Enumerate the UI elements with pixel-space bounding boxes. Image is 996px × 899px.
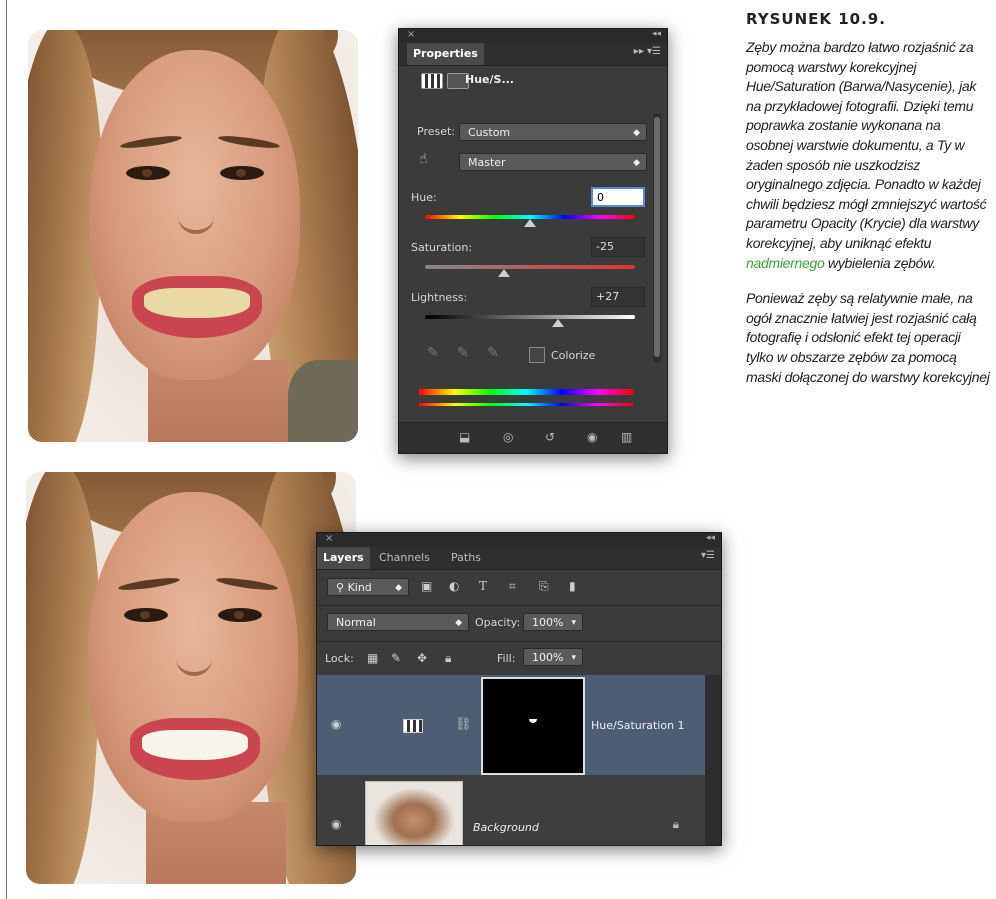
properties-panel: × ◂◂ Properties ▸▸ ▾☰ Hue/S... Preset: C…	[398, 28, 668, 454]
saturation-field[interactable]: -25	[591, 237, 645, 257]
opacity-field[interactable]: 100% ▾	[523, 613, 583, 631]
properties-header: Hue/S...	[399, 66, 667, 94]
eyedropper-icon[interactable]: ✎	[427, 345, 439, 361]
saturation-slider-thumb[interactable]	[497, 269, 510, 277]
fill-field[interactable]: 100% ▾	[523, 648, 583, 666]
reset-icon[interactable]: ↺	[545, 430, 555, 444]
lock-row: Lock: ▦ ✎ ✥ 🔒︎ Fill: 100% ▾	[317, 641, 721, 676]
layer-row-background[interactable]: ◉ Background 🔒︎	[317, 777, 705, 845]
view-previous-icon[interactable]: ◎	[503, 430, 513, 444]
adjustment-icon[interactable]	[421, 73, 443, 89]
colorize-label: Colorize	[551, 349, 596, 362]
panel-menu-icon[interactable]: ▸▸ ▾☰	[634, 46, 661, 57]
trash-icon[interactable]: ▥	[621, 430, 632, 444]
figure-caption: RYSUNEK 10.9. Zęby można bardzo łatwo ro…	[746, 6, 990, 387]
link-icon[interactable]: ⛓	[455, 717, 472, 732]
visibility-icon[interactable]: ◉	[587, 430, 597, 444]
clip-to-layer-icon[interactable]: ⬓	[459, 430, 470, 444]
tab-properties[interactable]: Properties	[407, 43, 484, 65]
colorize-checkbox[interactable]	[529, 347, 545, 363]
shape-filter-icon[interactable]: ⌗	[509, 579, 516, 594]
blend-row: Normal ◆ Opacity: 100% ▾	[317, 605, 721, 642]
channel-select[interactable]: Master ◆	[459, 153, 647, 171]
lock-transparent-icon[interactable]: ▦	[367, 651, 378, 665]
highlighted-word: nadmiernego	[746, 254, 825, 271]
panel-menu-icon[interactable]: ▾☰	[701, 550, 715, 561]
lightness-slider-track[interactable]	[425, 315, 635, 319]
lightness-label: Lightness:	[411, 291, 468, 304]
preset-label: Preset:	[417, 125, 456, 138]
tab-channels[interactable]: Channels	[373, 547, 436, 569]
blend-mode-select[interactable]: Normal ◆	[327, 613, 469, 631]
lock-label: Lock:	[325, 652, 354, 665]
opacity-label: Opacity:	[475, 616, 521, 629]
lock-all-icon[interactable]: 🔒︎	[445, 651, 451, 666]
layer-name: Background	[473, 821, 539, 834]
lightness-slider-thumb[interactable]	[552, 319, 565, 327]
blend-mode-value: Normal	[336, 616, 376, 629]
collapse-icon[interactable]: ◂◂	[706, 533, 715, 543]
filter-toggle-icon[interactable]: ▮	[569, 579, 576, 593]
hue-spectrum-result	[419, 403, 633, 406]
preset-select[interactable]: Custom ◆	[459, 123, 647, 141]
hue-slider-thumb[interactable]	[524, 219, 536, 227]
image-filter-icon[interactable]: ▣	[421, 579, 432, 593]
close-icon[interactable]: ×	[407, 29, 415, 40]
opacity-value: 100%	[532, 616, 564, 629]
targeted-adjustment-hand-icon[interactable]: ☝	[419, 151, 428, 167]
filter-kind-value: Kind	[347, 581, 372, 594]
layer-row-hue-saturation[interactable]: ◉ ⛓ Hue/Saturation 1	[317, 675, 705, 775]
layer-mask-thumbnail[interactable]	[481, 677, 585, 775]
lock-position-icon[interactable]: ✥	[417, 651, 427, 665]
layers-panel: × ◂◂ Layers Channels Paths ▾☰ ⚲ Kind ◆ ▣ …	[316, 532, 722, 846]
adjustment-filter-icon[interactable]: ◐	[449, 579, 459, 593]
adjustment-title: Hue/S...	[465, 73, 514, 86]
layer-thumbnail	[365, 781, 463, 845]
saturation-label: Saturation:	[411, 241, 473, 254]
hue-label: Hue:	[411, 191, 437, 204]
visibility-eye-icon[interactable]: ◉	[331, 817, 341, 831]
saturation-slider-track[interactable]	[425, 265, 635, 269]
layers-tabrow: Layers Channels Paths ▾☰	[317, 547, 721, 570]
properties-footer: ⬓ ◎ ↺ ◉ ▥	[399, 422, 667, 453]
layers-titlebar: × ◂◂	[317, 533, 721, 547]
photo-before	[28, 30, 358, 442]
filter-row: ⚲ Kind ◆ ▣ ◐ T ⌗ ⎘ ▮	[317, 569, 721, 606]
figure-paragraph-1: Zęby można bardzo łatwo rozjaśnić za pom…	[746, 39, 987, 271]
photo-after	[26, 472, 356, 884]
smart-object-filter-icon[interactable]: ⎘	[539, 579, 549, 594]
lock-image-icon[interactable]: ✎	[391, 651, 401, 665]
tab-paths[interactable]: Paths	[445, 547, 487, 569]
layer-name: Hue/Saturation 1	[591, 719, 685, 732]
preset-value: Custom	[468, 126, 511, 139]
properties-titlebar: × ◂◂	[399, 29, 667, 43]
close-icon[interactable]: ×	[325, 533, 333, 544]
collapse-icon[interactable]: ◂◂	[652, 29, 661, 39]
adjustment-layer-icon	[403, 719, 423, 733]
figure-paragraph-2: Ponieważ zęby są relatywnie małe, na ogó…	[746, 290, 990, 385]
lock-icon: 🔒︎	[672, 817, 679, 831]
properties-scrollbar[interactable]	[653, 113, 661, 363]
fill-value: 100%	[532, 651, 564, 664]
channel-value: Master	[468, 156, 506, 169]
visibility-eye-icon[interactable]: ◉	[331, 717, 341, 731]
frame-line	[6, 0, 7, 899]
lightness-field[interactable]: +27	[591, 287, 645, 307]
hue-spectrum-bar	[419, 389, 633, 395]
eyedropper-plus-icon[interactable]: ✎	[457, 345, 469, 361]
figure-label: RYSUNEK 10.9.	[746, 10, 886, 28]
eyedropper-minus-icon[interactable]: ✎	[487, 345, 499, 361]
type-filter-icon[interactable]: T	[479, 579, 487, 593]
hue-field[interactable]: 0	[591, 187, 645, 207]
fill-label: Fill:	[497, 652, 516, 665]
filter-kind-select[interactable]: ⚲ Kind ◆	[327, 578, 409, 596]
properties-tabrow: Properties ▸▸ ▾☰	[399, 43, 667, 66]
layers-scrollbar[interactable]	[705, 675, 721, 845]
tab-layers[interactable]: Layers	[317, 547, 370, 569]
